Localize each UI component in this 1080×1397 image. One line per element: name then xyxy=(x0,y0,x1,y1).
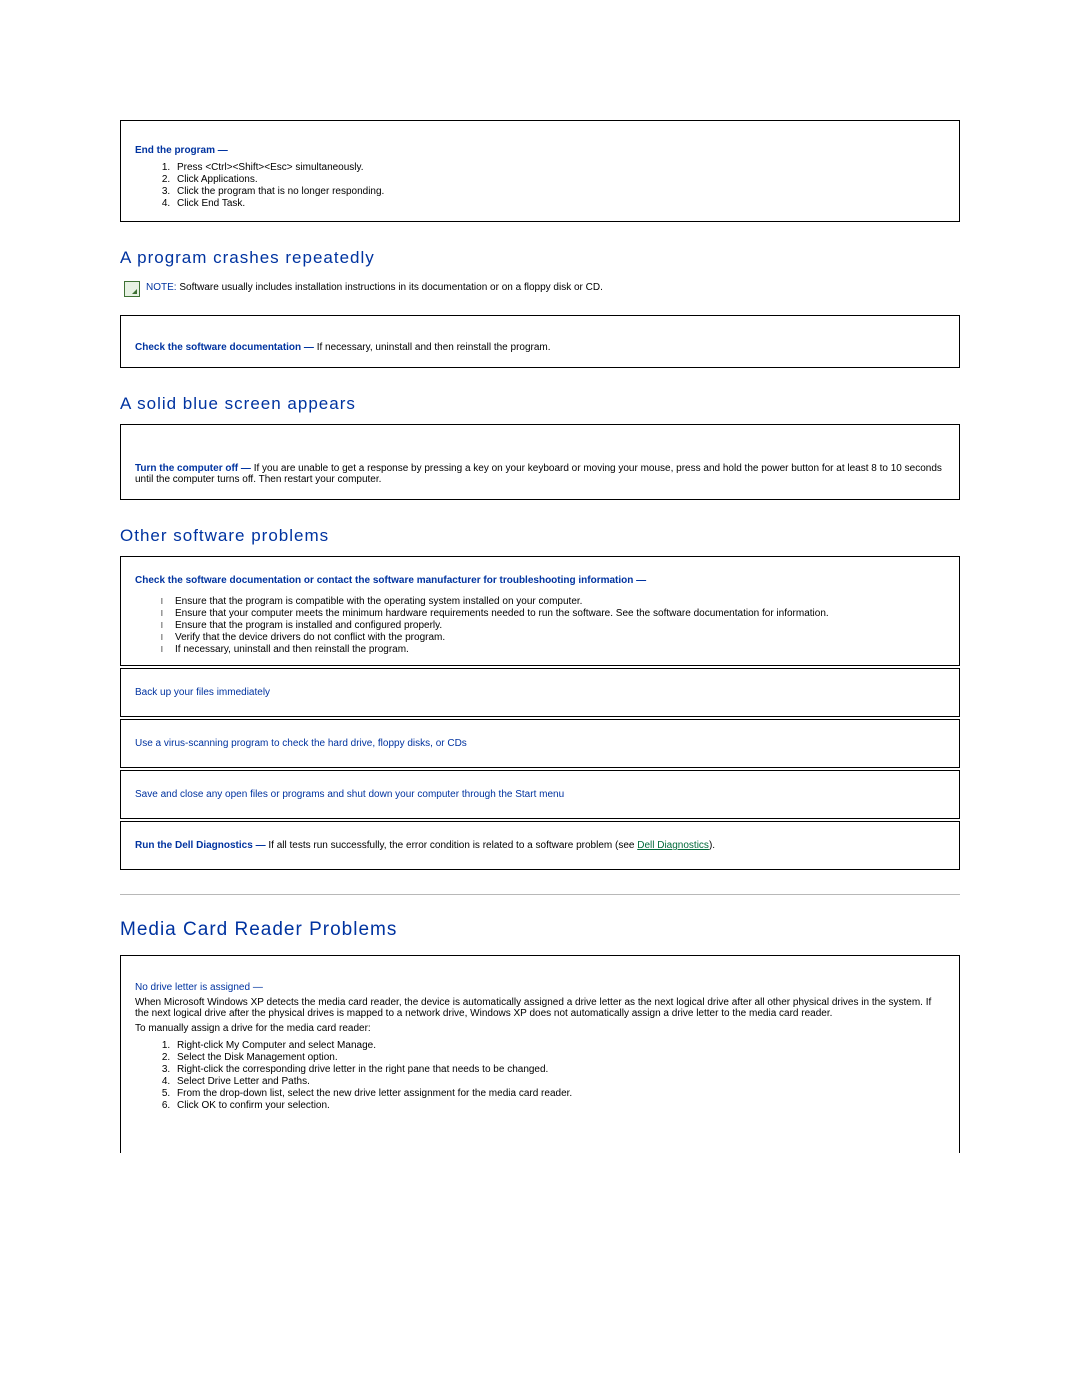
note-text: NOTE: Software usually includes installa… xyxy=(146,282,603,293)
crashes-box-lead: Check the software documentation — xyxy=(135,342,314,353)
media-sub: No drive letter is assigned — xyxy=(135,982,263,993)
step-item: Select Drive Letter and Paths. xyxy=(173,1076,945,1087)
crashes-heading: A program crashes repeatedly xyxy=(120,248,960,268)
end-program-steps: Press <Ctrl><Shift><Esc> simultaneously.… xyxy=(155,162,945,209)
list-item: If necessary, uninstall and then reinsta… xyxy=(161,644,945,655)
document-page: End the program — Press <Ctrl><Shift><Es… xyxy=(0,0,1080,1215)
step-item: Click Applications. xyxy=(173,174,945,185)
note-label: NOTE: xyxy=(146,282,177,293)
list-item: Ensure that the program is compatible wi… xyxy=(161,596,945,607)
crashes-box-rest: If necessary, uninstall and then reinsta… xyxy=(314,342,551,353)
othersoft-box-3: Use a virus-scanning program to check th… xyxy=(120,719,960,768)
othersoft-box-2: Back up your files immediately xyxy=(120,668,960,717)
section-divider xyxy=(120,894,960,895)
step-item: Right-click the corresponding drive lett… xyxy=(173,1064,945,1075)
othersoft-row4: Save and close any open files or program… xyxy=(135,789,564,800)
crashes-box: Check the software documentation — If ne… xyxy=(120,315,960,368)
list-item: Ensure that the program is installed and… xyxy=(161,620,945,631)
othersoft-bullets: Ensure that the program is compatible wi… xyxy=(161,596,945,655)
dell-diagnostics-link[interactable]: Dell Diagnostics xyxy=(637,840,709,851)
list-item: Ensure that your computer meets the mini… xyxy=(161,608,945,619)
step-item: Select the Disk Management option. xyxy=(173,1052,945,1063)
step-item: From the drop-down list, select the new … xyxy=(173,1088,945,1099)
othersoft-row5-rest: If all tests run successfully, the error… xyxy=(266,840,638,851)
othersoft-box-5: Run the Dell Diagnostics — If all tests … xyxy=(120,821,960,870)
media-para1: When Microsoft Windows XP detects the me… xyxy=(135,997,945,1019)
step-item: Click End Task. xyxy=(173,198,945,209)
note-row: NOTE: Software usually includes installa… xyxy=(124,282,960,297)
step-item: Click OK to confirm your selection. xyxy=(173,1100,945,1111)
bluescreen-box-rest: If you are unable to get a response by p… xyxy=(135,463,942,485)
bluescreen-box: Turn the computer off — If you are unabl… xyxy=(120,424,960,500)
media-heading: Media Card Reader Problems xyxy=(120,919,960,941)
list-item: Verify that the device drivers do not co… xyxy=(161,632,945,643)
othersoft-box-4: Save and close any open files or program… xyxy=(120,770,960,819)
note-body: Software usually includes installation i… xyxy=(177,282,603,293)
othersoft-row5-end: ). xyxy=(709,840,715,851)
step-item: Press <Ctrl><Shift><Esc> simultaneously. xyxy=(173,162,945,173)
othersoft-row3: Use a virus-scanning program to check th… xyxy=(135,738,467,749)
othersoft-row5-lead: Run the Dell Diagnostics — xyxy=(135,840,266,851)
step-item: Right-click My Computer and select Manag… xyxy=(173,1040,945,1051)
othersoft-lead: Check the software documentation or cont… xyxy=(135,575,646,586)
media-steps: Right-click My Computer and select Manag… xyxy=(155,1040,945,1111)
end-program-box: End the program — Press <Ctrl><Shift><Es… xyxy=(120,120,960,222)
note-icon xyxy=(124,281,140,297)
end-program-title: End the program — xyxy=(135,145,228,156)
othersoft-heading: Other software problems xyxy=(120,526,960,546)
othersoft-box-1: Check the software documentation or cont… xyxy=(120,556,960,666)
media-para2: To manually assign a drive for the media… xyxy=(135,1023,945,1034)
bluescreen-box-lead: Turn the computer off — xyxy=(135,463,251,474)
bluescreen-heading: A solid blue screen appears xyxy=(120,394,960,414)
step-item: Click the program that is no longer resp… xyxy=(173,186,945,197)
media-box: No drive letter is assigned — When Micro… xyxy=(120,955,960,1153)
othersoft-row2: Back up your files immediately xyxy=(135,687,270,698)
